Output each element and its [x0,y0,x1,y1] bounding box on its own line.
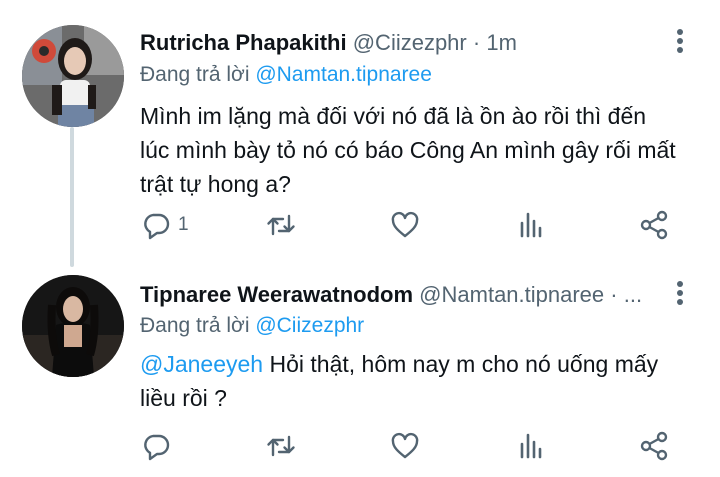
retweet-icon [267,435,295,457]
tweet-text-line: trật tự hong a? [140,171,291,197]
more-vertical-icon[interactable] [676,29,684,57]
retweet-icon [267,214,295,236]
display-name[interactable]: Rutricha Phapakithi [140,30,347,55]
user-handle[interactable]: @Namtan.tipnaree [419,282,604,307]
retweet-button[interactable] [265,209,297,241]
separator: · [610,282,618,307]
reply-icon [144,434,170,461]
reply-count: 1 [178,214,189,235]
tweet-actions [0,426,720,466]
tweet-text-line: liều rồi ? [140,385,227,411]
share-icon [640,210,668,240]
views-icon [520,212,542,238]
tweet-text: Mình im lặng mà đối với nó đã là ồn ào r… [140,99,700,201]
body-text: Hỏi thật, hôm nay m cho nó uống mấy [263,351,659,377]
separator: · [472,30,481,55]
reply-button[interactable] [140,430,178,462]
reply-button[interactable]: 1 [140,209,189,241]
like-button[interactable] [389,209,421,241]
tweet-text: @Janeeyeh Hỏi thật, hôm nay m cho nó uốn… [140,347,700,415]
views-button[interactable] [515,430,547,462]
replying-to: Đang trả lời @Namtan.tipnaree [140,60,432,90]
body-mention[interactable]: @Janeeyeh [140,351,263,377]
avatar-photo [22,25,124,127]
replying-to: Đang trả lời @Ciizezphr [140,311,364,341]
replying-to-label: Đang trả lời [140,63,256,86]
heart-icon [391,211,419,238]
tweet[interactable]: Rutricha Phapakithi @Ciizezphr · 1m Đang… [0,0,720,270]
heart-icon [391,432,419,459]
reply-icon [144,213,170,240]
avatar-photo [22,275,124,377]
tweet[interactable]: Tipnaree Weerawatnodom @Namtan.tipnaree … [0,270,720,477]
retweet-button[interactable] [265,430,297,462]
tweet-header: Tipnaree Weerawatnodom @Namtan.tipnaree … [140,278,654,312]
views-button[interactable] [515,209,547,241]
tweet-header: Rutricha Phapakithi @Ciizezphr · 1m [140,26,654,60]
views-icon [520,433,542,459]
tweet-text-line: Mình im lặng mà đối với nó đã là ồn ào r… [140,103,647,129]
more-vertical-icon[interactable] [676,281,684,309]
avatar[interactable] [22,25,124,127]
timestamp[interactable]: 1m [486,30,517,55]
display-name[interactable]: Tipnaree Weerawatnodom [140,282,413,307]
tweet-text-line: lúc mình bày tỏ nó có báo Công An mình g… [140,137,676,163]
replying-to-mention[interactable]: @Namtan.tipnaree [255,63,432,86]
like-button[interactable] [389,430,421,462]
share-button[interactable] [638,430,670,462]
share-icon [640,431,668,461]
tweet-actions: 1 [0,205,720,245]
tweet-text-line: @Janeeyeh Hỏi thật, hôm nay m cho nó uốn… [140,347,700,381]
timestamp[interactable]: ... [624,282,642,307]
share-button[interactable] [638,209,670,241]
replying-to-label: Đang trả lời [140,314,256,337]
replying-to-mention[interactable]: @Ciizezphr [255,314,364,337]
avatar[interactable] [22,275,124,377]
thread-connector [70,127,74,267]
user-handle[interactable]: @Ciizezphr [353,30,467,55]
